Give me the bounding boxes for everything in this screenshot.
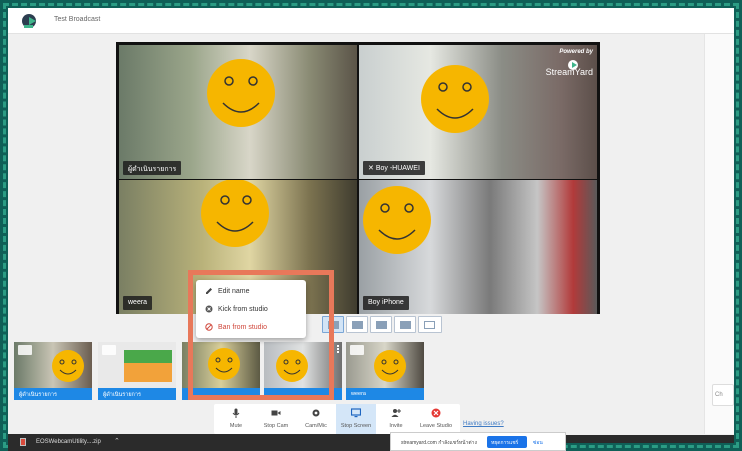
- smiley-face-icon: [363, 186, 431, 254]
- tile-nameplate: Boy iPhone: [363, 296, 409, 310]
- chevron-up-icon[interactable]: ⌃: [114, 437, 120, 445]
- tile-nameplate: ผู้ดำเนินรายการ: [123, 161, 182, 175]
- studio-controls: Mute Stop Cam Cam/Mic Stop Screen Invite…: [214, 404, 460, 434]
- backstage-thumbnail[interactable]: ผู้ดำเนินรายการ: [98, 342, 176, 400]
- stage-tile[interactable]: Powered by StreamYard ✕ Boy -HUAWEI: [359, 45, 597, 179]
- layout-split-icon: [400, 321, 411, 329]
- smiley-face-icon: [208, 348, 240, 380]
- powered-by-badge: Powered by StreamYard: [531, 49, 593, 89]
- download-filename[interactable]: EOSWebcamUtility....zip: [36, 439, 101, 445]
- mic-muted-icon: ✕: [368, 165, 376, 172]
- broadcast-title: Test Broadcast: [54, 16, 101, 23]
- add-person-icon: [391, 409, 401, 417]
- control-label: Stop Screen: [340, 423, 372, 429]
- zip-file-icon: [20, 438, 26, 446]
- menu-item-label: Ban from studio: [218, 324, 268, 331]
- participant-context-menu: Edit name Kick from studio Ban from stud…: [196, 280, 306, 338]
- screen-share-notification: streamyard.com กำลังแชร์หน้าต่าง หยุดการ…: [390, 432, 566, 451]
- smiley-face-icon: [421, 65, 489, 133]
- ban-icon: [205, 323, 213, 331]
- layout-solo-icon: [352, 321, 363, 329]
- thumbnail-label: weera: [346, 388, 424, 400]
- chat-tab[interactable]: Ch: [712, 384, 734, 406]
- layout-blank-button[interactable]: [418, 316, 442, 333]
- menu-item-edit-name[interactable]: Edit name: [196, 282, 306, 301]
- backstage-thumbnail[interactable]: weera: [346, 342, 424, 400]
- control-label: Stop Cam: [263, 423, 289, 429]
- pencil-icon: [206, 288, 212, 294]
- leave-icon: [431, 408, 441, 418]
- smiley-face-icon: [201, 180, 269, 247]
- share-status-text: streamyard.com กำลังแชร์หน้าต่าง: [401, 440, 477, 446]
- screen-icon: [102, 345, 116, 355]
- leave-studio-button[interactable]: Leave Studio: [416, 404, 456, 434]
- layout-side-button[interactable]: [370, 316, 392, 333]
- menu-item-ban[interactable]: Ban from studio: [196, 318, 306, 337]
- smiley-face-icon: [52, 350, 84, 382]
- smiley-face-icon: [276, 350, 308, 382]
- avatar-icon: [350, 345, 364, 355]
- studio-app: Test Broadcast Ch ผู้ดำเนินรายการ Powere…: [8, 8, 734, 443]
- layout-blank-icon: [424, 321, 435, 329]
- control-label: Leave Studio: [419, 423, 453, 429]
- thumbnail-label: ผู้ดำเนินรายการ: [98, 388, 176, 400]
- screen-share-icon: [351, 408, 361, 418]
- stop-cam-button[interactable]: Stop Cam: [256, 404, 296, 434]
- mute-button[interactable]: Mute: [216, 404, 256, 434]
- hide-button[interactable]: ซ่อน: [533, 439, 543, 447]
- layout-grid-button[interactable]: [322, 316, 344, 333]
- stage-tile[interactable]: Boy iPhone: [359, 180, 597, 314]
- kick-icon: [205, 305, 213, 313]
- streamyard-logo-icon[interactable]: [20, 12, 40, 30]
- control-label: Cam/Mic: [305, 423, 327, 429]
- gear-icon: [312, 409, 320, 417]
- having-issues-link[interactable]: Having issues?: [463, 421, 504, 427]
- menu-item-label: Kick from studio: [218, 306, 268, 313]
- powered-by-text: Powered by: [559, 49, 593, 55]
- right-panel: [704, 34, 734, 434]
- control-label: Invite: [389, 423, 403, 429]
- thumbnail-label: [182, 388, 260, 400]
- smiley-face-icon: [207, 59, 275, 127]
- layout-selector: [322, 316, 462, 334]
- layout-side-icon: [376, 321, 387, 329]
- download-bar: EOSWebcamUtility....zip ⌃: [8, 434, 408, 451]
- streamyard-mark-icon: [568, 60, 578, 70]
- invite-button[interactable]: Invite: [376, 404, 416, 434]
- screen-preview: [124, 350, 172, 382]
- backstage-thumbnail[interactable]: [264, 342, 342, 400]
- menu-item-label: Edit name: [218, 288, 250, 295]
- control-label: Mute: [229, 423, 243, 429]
- layout-grid-icon: [328, 321, 339, 329]
- menu-item-kick[interactable]: Kick from studio: [196, 300, 306, 319]
- more-options-icon[interactable]: [337, 345, 339, 353]
- stage-tile[interactable]: ผู้ดำเนินรายการ: [119, 45, 357, 179]
- tile-nameplate: weera: [123, 296, 153, 310]
- cam-mic-button[interactable]: Cam/Mic: [296, 404, 336, 434]
- tile-nameplate: ✕ Boy -HUAWEI: [363, 161, 425, 175]
- stop-screen-button[interactable]: Stop Screen: [336, 404, 376, 434]
- tile-name-label: Boy -HUAWEI: [375, 165, 420, 172]
- layout-split-button[interactable]: [394, 316, 416, 333]
- backstage-thumbnail[interactable]: ผู้ดำเนินรายการ: [14, 342, 92, 400]
- top-bar: Test Broadcast: [8, 8, 734, 34]
- thumbnail-label: [264, 388, 342, 400]
- microphone-icon: [232, 408, 240, 418]
- avatar-icon: [18, 345, 32, 355]
- stage: ผู้ดำเนินรายการ Powered by StreamYard ✕ …: [116, 42, 600, 314]
- smiley-face-icon: [374, 350, 406, 382]
- camera-icon: [271, 410, 281, 416]
- brand-text: StreamYard: [545, 67, 593, 77]
- backstage-thumbnail[interactable]: [182, 342, 260, 400]
- stop-sharing-button[interactable]: หยุดการแชร์: [487, 436, 527, 448]
- thumbnail-label: ผู้ดำเนินรายการ: [14, 388, 92, 400]
- layout-solo-button[interactable]: [346, 316, 368, 333]
